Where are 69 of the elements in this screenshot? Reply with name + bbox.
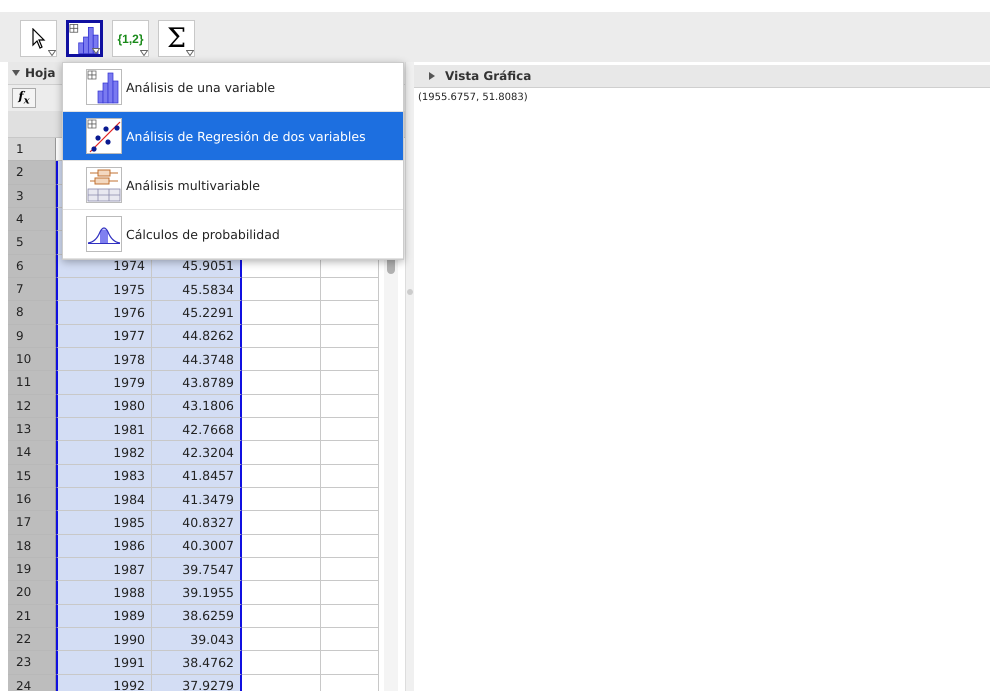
- menu-item[interactable]: Análisis multivariable: [63, 161, 403, 210]
- table-cell: 1987: [56, 558, 152, 582]
- table-cell: 38.4762: [152, 651, 242, 675]
- toolbar-tool-button[interactable]: {1,2}: [112, 20, 149, 57]
- table-cell: 42.3204: [152, 441, 242, 465]
- row-header[interactable]: 15: [8, 464, 56, 488]
- table-cell: 1980: [56, 394, 152, 418]
- table-cell: 40.3007: [152, 534, 242, 558]
- table-cell: 1990: [56, 628, 152, 652]
- table-cell: 44.8262: [152, 324, 242, 348]
- row-header[interactable]: 17: [8, 511, 56, 535]
- row-header[interactable]: 19: [8, 558, 56, 582]
- table-cell: 38.6259: [152, 604, 242, 628]
- row-header[interactable]: 2: [8, 161, 56, 185]
- table-cell: 40.8327: [152, 511, 242, 535]
- table-cell: 1986: [56, 534, 152, 558]
- table-cell: 1979: [56, 371, 152, 395]
- row-header[interactable]: 20: [8, 581, 56, 605]
- row-header[interactable]: 21: [8, 604, 56, 628]
- table-cell: 45.2291: [152, 301, 242, 325]
- row-header[interactable]: 1: [8, 138, 56, 162]
- row-header[interactable]: 18: [8, 534, 56, 558]
- menu-item[interactable]: Cálculos de probabilidad: [63, 210, 403, 259]
- table-cell: 1977: [56, 324, 152, 348]
- table-cell: 1988: [56, 581, 152, 605]
- table-cell: 1982: [56, 441, 152, 465]
- table-cell: 1981: [56, 418, 152, 442]
- table-cell: 1991: [56, 651, 152, 675]
- row-header[interactable]: 11: [8, 371, 56, 395]
- panel-title: Hoja: [25, 66, 56, 80]
- toolbar-tool-button[interactable]: Σ: [158, 20, 195, 57]
- table-cell: 45.5834: [152, 278, 242, 302]
- table-cell: 1989: [56, 604, 152, 628]
- row-header[interactable]: 8: [8, 301, 56, 325]
- table-cell: 1978: [56, 348, 152, 372]
- row-header[interactable]: 16: [8, 488, 56, 512]
- row-header[interactable]: 14: [8, 441, 56, 465]
- row-header[interactable]: 22: [8, 628, 56, 652]
- row-header[interactable]: 7: [8, 278, 56, 302]
- table-cell: 41.3479: [152, 488, 242, 512]
- row-header[interactable]: 9: [8, 324, 56, 348]
- row-header[interactable]: 23: [8, 651, 56, 675]
- menu-item[interactable]: Análisis de Regresión de dos variables: [63, 112, 403, 161]
- table-cell: 39.1955: [152, 581, 242, 605]
- row-header[interactable]: 24: [8, 674, 56, 691]
- table-cell: 42.7668: [152, 418, 242, 442]
- row-header[interactable]: 4: [8, 208, 56, 232]
- row-header[interactable]: 5: [8, 231, 56, 255]
- row-header[interactable]: 3: [8, 184, 56, 208]
- table-cell: 39.7547: [152, 558, 242, 582]
- row-header[interactable]: 6: [8, 254, 56, 278]
- table-cell: 39.043: [152, 628, 242, 652]
- table-cell: 1992: [56, 674, 152, 691]
- table-cell: 41.8457: [152, 464, 242, 488]
- table-cell: 1976: [56, 301, 152, 325]
- input-bar-toggle-button[interactable]: f$_{x}$: [12, 88, 36, 108]
- table-cell: 37.9279: [152, 674, 242, 691]
- coordinates-readout: (1955.6757, 51.8083): [417, 91, 529, 105]
- table-cell: 1983: [56, 464, 152, 488]
- row-header[interactable]: 12: [8, 394, 56, 418]
- table-cell: 43.8789: [152, 371, 242, 395]
- row-header[interactable]: 13: [8, 418, 56, 442]
- panel-title: Vista Gráfica: [445, 69, 532, 83]
- table-cell: 1975: [56, 278, 152, 302]
- table-cell: 1985: [56, 511, 152, 535]
- table-cell: 1984: [56, 488, 152, 512]
- row-header[interactable]: 10: [8, 348, 56, 372]
- table-cell: 43.1806: [152, 394, 242, 418]
- table-cell: 44.3748: [152, 348, 242, 372]
